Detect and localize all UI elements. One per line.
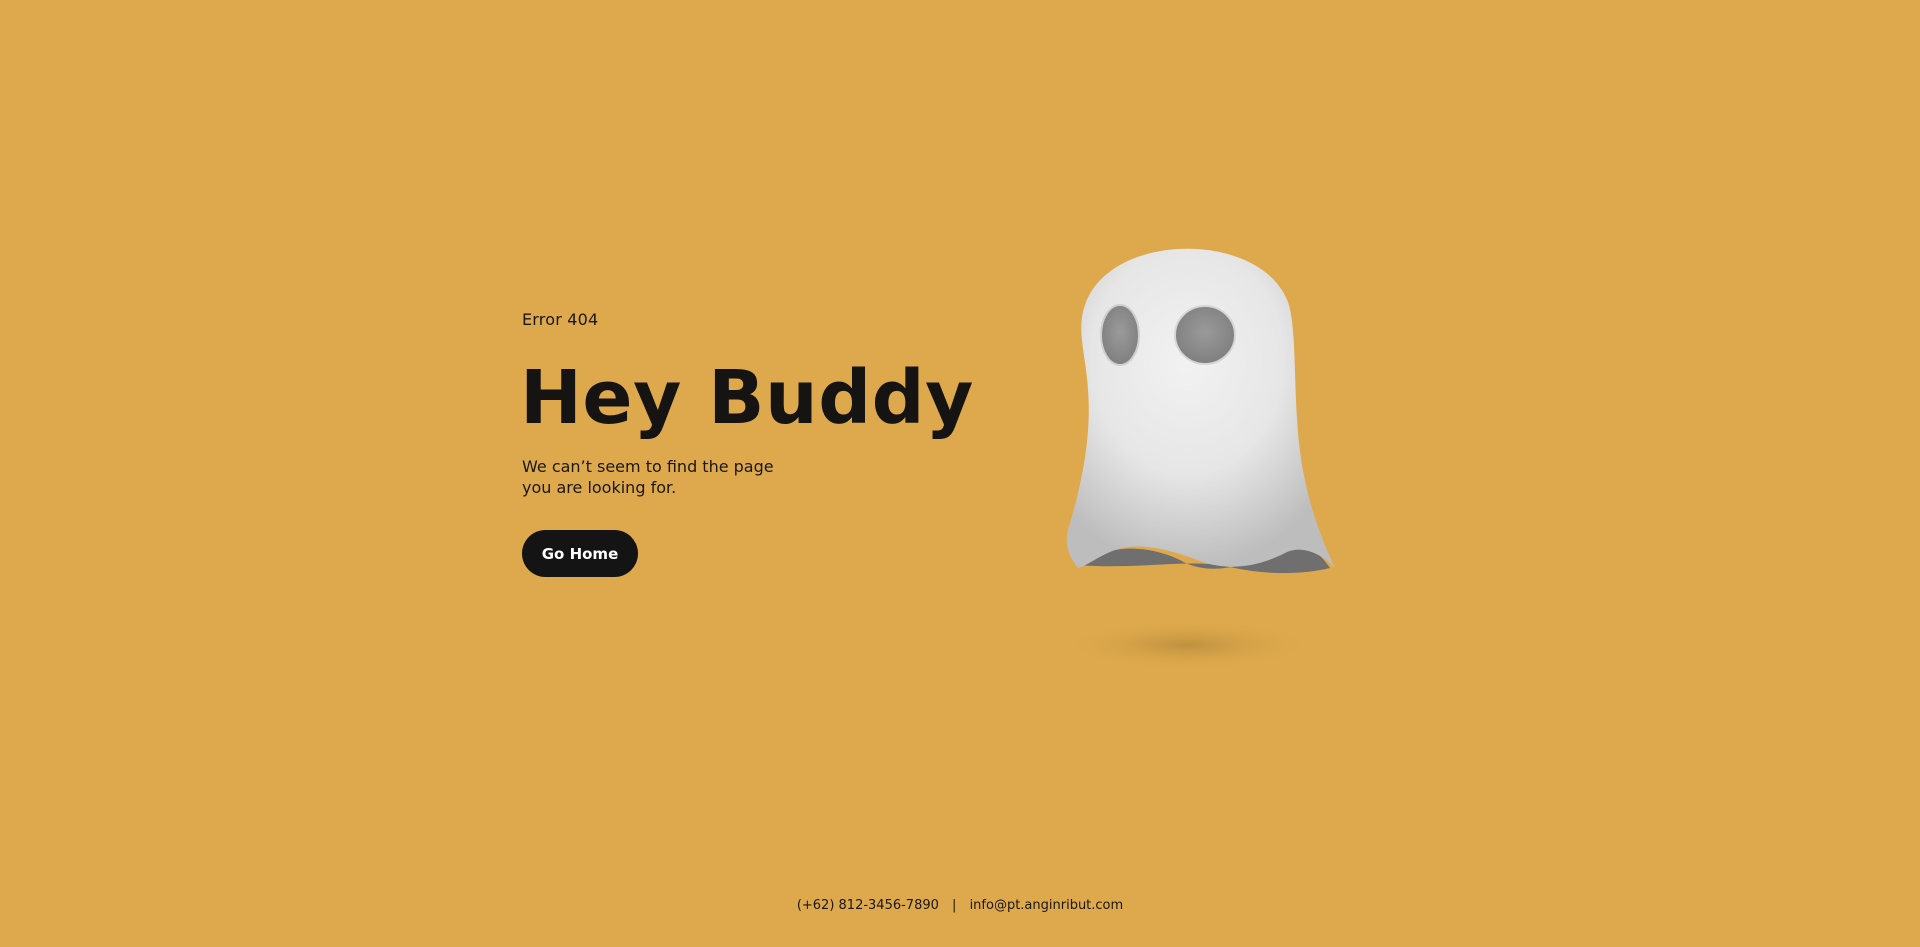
ghost-illustration [1030,240,1350,680]
ghost-body [1066,248,1335,568]
error-message: We can’t seem to find the page you are l… [522,456,792,498]
footer-separator: | [952,898,957,913]
footer-email: info@pt.anginribut.com [969,898,1124,913]
page-title: Hey Buddy [520,355,974,441]
ghost-shadow [1057,619,1317,671]
footer-phone: (+62) 812-3456-7890 [796,898,939,913]
ghost-left-eye [1100,304,1140,366]
ghost-icon [1057,248,1335,671]
go-home-button[interactable]: Go Home [522,530,638,577]
error-message-line-2: you are looking for. [522,478,677,497]
error-code-label: Error 404 [522,310,599,329]
ghost-right-eye [1174,305,1236,365]
error-message-line-1: We can’t seem to find the page [522,457,774,476]
error-page: Error 404 Hey Buddy We can’t seem to fin… [0,0,1920,947]
contact-footer: (+62) 812-3456-7890 | info@pt.anginribut… [0,894,1920,918]
